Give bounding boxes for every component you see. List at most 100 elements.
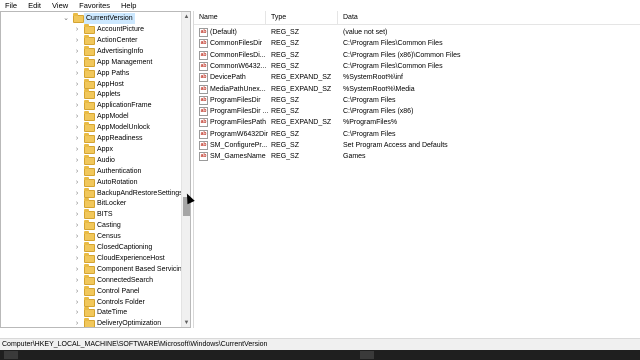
tree-item[interactable]: › Appx bbox=[1, 143, 181, 155]
value-row[interactable]: ab ProgramFilesDir REG_SZ C:\Program Files bbox=[194, 95, 640, 106]
menu-edit[interactable]: Edit bbox=[23, 0, 47, 11]
key-tree-pane[interactable]: ⌄ CurrentVersion › AccountPicture › ActionC… bbox=[0, 11, 191, 328]
chevron-right-icon[interactable]: › bbox=[73, 275, 81, 286]
chevron-right-icon[interactable]: › bbox=[73, 144, 81, 155]
tree-item[interactable]: › AutoRotation bbox=[1, 176, 181, 188]
tree-item[interactable]: › ConnectedSearch bbox=[1, 274, 181, 286]
chevron-right-icon[interactable]: › bbox=[73, 89, 81, 100]
tree-item[interactable]: › App Paths bbox=[1, 67, 181, 79]
tree-item[interactable]: › ClosedCaptioning bbox=[1, 242, 181, 253]
value-row[interactable]: ab ProgramFilesDir ... REG_SZ C:\Program Fi… bbox=[194, 106, 640, 117]
tree-item[interactable]: › App Management bbox=[1, 56, 181, 68]
taskbar-app-button[interactable] bbox=[360, 351, 374, 359]
column-header-name[interactable]: Name bbox=[194, 11, 266, 25]
tree-item[interactable]: › AppHost bbox=[1, 78, 181, 90]
tree-item[interactable]: › Casting bbox=[1, 220, 181, 231]
tree-item[interactable]: › Component Based Servicing bbox=[1, 263, 181, 275]
value-data: C:\Program Files bbox=[343, 96, 396, 104]
tree-item[interactable]: › AccountPicture bbox=[1, 24, 181, 35]
column-header-type[interactable]: Type bbox=[266, 11, 338, 25]
tree-item[interactable]: › Applets bbox=[1, 89, 181, 100]
chevron-down-icon[interactable]: ⌄ bbox=[62, 13, 70, 24]
chevron-right-icon[interactable]: › bbox=[73, 35, 81, 46]
value-row[interactable]: ab MediaPathUnex... REG_EXPAND_SZ %SystemRo… bbox=[194, 84, 640, 95]
tree-vertical-scrollbar[interactable]: ▲ ▼ bbox=[181, 12, 190, 327]
tree-item[interactable]: › Controls Folder bbox=[1, 296, 181, 308]
chevron-right-icon[interactable]: › bbox=[73, 24, 81, 35]
value-row[interactable]: ab CommonW6432... REG_SZ C:\Program Files\C… bbox=[194, 61, 640, 72]
tree-item[interactable]: › DateTime bbox=[1, 307, 181, 318]
tree-item-selected[interactable]: ⌄ CurrentVersion bbox=[1, 13, 181, 24]
tree-item[interactable]: › DeliveryOptimization bbox=[1, 318, 181, 327]
tree-item[interactable]: › BitLocker bbox=[1, 198, 181, 209]
chevron-right-icon[interactable]: › bbox=[73, 318, 81, 327]
chevron-right-icon[interactable]: › bbox=[73, 231, 81, 242]
tree-item[interactable]: › BackupAndRestoreSettings bbox=[1, 187, 181, 199]
value-row[interactable]: ab SM_GamesName REG_SZ Games bbox=[194, 151, 640, 162]
menu-file[interactable]: File bbox=[0, 0, 23, 11]
chevron-right-icon[interactable]: › bbox=[73, 220, 81, 231]
tree-item[interactable]: › AppModelUnlock bbox=[1, 122, 181, 133]
chevron-right-icon[interactable]: › bbox=[73, 155, 81, 166]
chevron-right-icon[interactable]: › bbox=[73, 133, 81, 144]
menu-help[interactable]: Help bbox=[116, 0, 142, 11]
tree-item[interactable]: › Authentication bbox=[1, 165, 181, 177]
scroll-up-arrow-icon[interactable]: ▲ bbox=[182, 12, 190, 22]
chevron-right-icon[interactable]: › bbox=[73, 242, 81, 253]
tree-item[interactable]: › Census bbox=[1, 231, 181, 242]
tree-item[interactable]: › ApplicationFrame bbox=[1, 100, 181, 111]
folder-icon bbox=[84, 296, 95, 307]
chevron-right-icon[interactable]: › bbox=[73, 253, 81, 264]
tree-item[interactable]: › CloudExperienceHost bbox=[1, 252, 181, 264]
value-type: REG_SZ bbox=[271, 51, 300, 59]
folder-icon bbox=[84, 165, 95, 176]
value-name: CommonW6432... bbox=[210, 62, 267, 70]
chevron-right-icon[interactable]: › bbox=[73, 177, 81, 188]
menu-favorites[interactable]: Favorites bbox=[74, 0, 116, 11]
folder-icon bbox=[84, 307, 95, 318]
value-type: REG_SZ bbox=[271, 142, 300, 149]
value-row[interactable]: ab DevicePath REG_EXPAND_SZ %SystemRoot%\in… bbox=[194, 72, 640, 83]
menu-view[interactable]: View bbox=[47, 0, 74, 11]
tree-item[interactable]: › AdvertisingInfo bbox=[1, 45, 181, 57]
tree-item[interactable]: › BITS bbox=[1, 209, 181, 220]
chevron-right-icon[interactable]: › bbox=[73, 198, 81, 209]
chevron-right-icon[interactable]: › bbox=[73, 209, 81, 220]
scroll-down-arrow-icon[interactable]: ▼ bbox=[182, 318, 190, 327]
value-row[interactable]: ab ProgramFilesPath REG_EXPAND_SZ %ProgramF… bbox=[194, 117, 640, 128]
value-row[interactable]: ab CommonFilesDir REG_SZ C:\Program Files\C… bbox=[194, 38, 640, 49]
value-row[interactable]: ab CommonFilesDi... REG_SZ C:\Program Files… bbox=[194, 50, 640, 61]
chevron-right-icon[interactable]: › bbox=[73, 100, 81, 111]
tree-item[interactable]: › Audio bbox=[1, 154, 181, 166]
chevron-right-icon[interactable]: › bbox=[73, 166, 81, 177]
chevron-right-icon[interactable]: › bbox=[73, 307, 81, 318]
chevron-right-icon[interactable]: › bbox=[73, 57, 81, 68]
folder-icon bbox=[84, 34, 95, 45]
value-row[interactable]: ab SM_ConfigurePr... REG_SZ Set Program Acc… bbox=[194, 140, 640, 151]
values-list-pane[interactable]: Name Type Data ab (Default) REG_SZ (value n… bbox=[193, 11, 640, 328]
value-type: REG_SZ bbox=[271, 108, 300, 116]
column-header-data[interactable]: Data bbox=[338, 11, 640, 25]
value-name: ProgramW6432Dir bbox=[210, 130, 268, 138]
tree-item[interactable]: › Control Panel bbox=[1, 285, 181, 297]
chevron-right-icon[interactable]: › bbox=[73, 286, 81, 297]
chevron-right-icon[interactable]: › bbox=[73, 188, 81, 199]
chevron-right-icon[interactable]: › bbox=[73, 111, 81, 122]
chevron-right-icon[interactable]: › bbox=[73, 46, 81, 57]
chevron-right-icon[interactable]: › bbox=[73, 297, 81, 308]
tree-item[interactable]: › AppReadiness bbox=[1, 133, 181, 144]
chevron-right-icon[interactable]: › bbox=[73, 264, 81, 275]
tree-item-label: BitLocker bbox=[97, 200, 127, 208]
folder-icon bbox=[84, 89, 95, 100]
value-row[interactable]: ab ProgramW6432Dir REG_SZ C:\Program Files bbox=[194, 129, 640, 140]
tree-item[interactable]: › ActionCenter bbox=[1, 34, 181, 46]
value-type: REG_SZ bbox=[271, 29, 300, 36]
tree-item[interactable]: › AppModel bbox=[1, 111, 181, 122]
chevron-right-icon[interactable]: › bbox=[73, 79, 81, 90]
chevron-right-icon[interactable]: › bbox=[73, 122, 81, 133]
value-name: ProgramFilesDir ... bbox=[210, 108, 268, 116]
tree-item-label: ClosedCaptioning bbox=[97, 244, 153, 251]
start-button[interactable] bbox=[4, 351, 18, 359]
value-row[interactable]: ab (Default) REG_SZ (value not set) bbox=[194, 27, 640, 38]
chevron-right-icon[interactable]: › bbox=[73, 68, 81, 79]
